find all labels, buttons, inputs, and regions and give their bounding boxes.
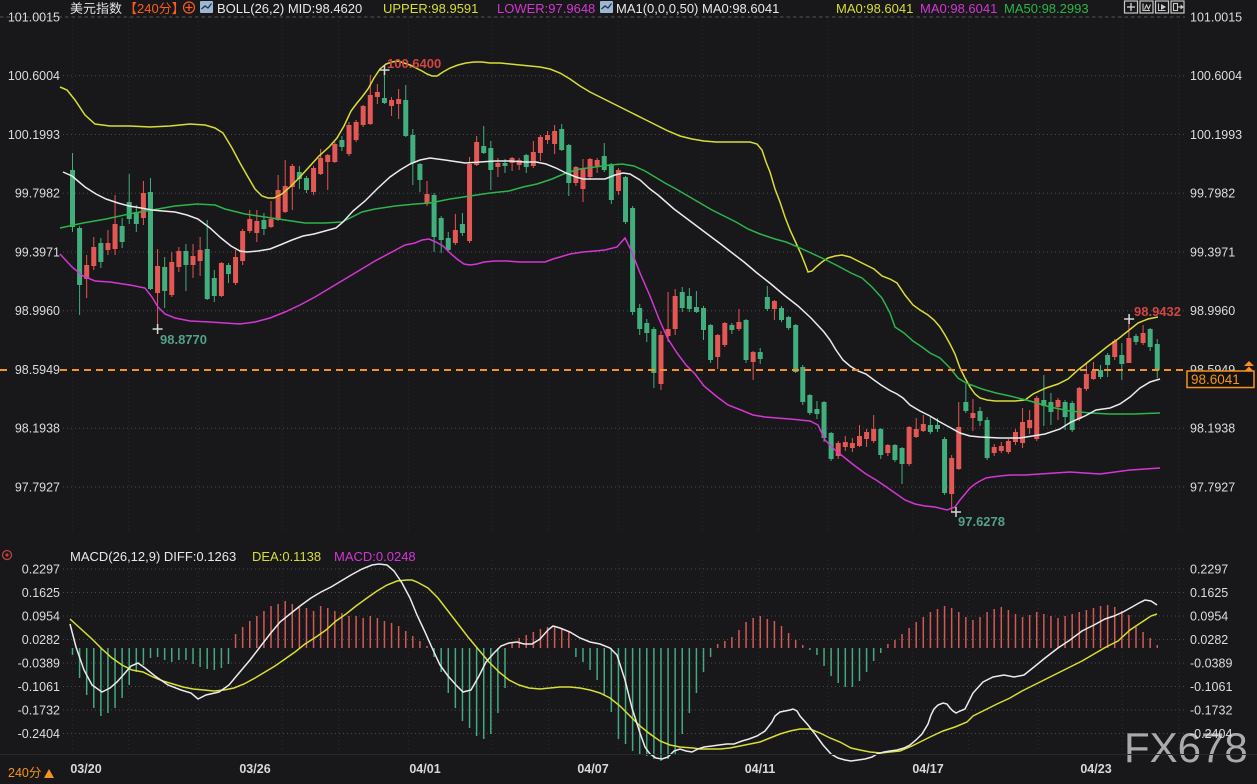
svg-text:04/07: 04/07: [577, 762, 608, 776]
svg-text:-0.0389: -0.0389: [1190, 657, 1232, 671]
svg-text:99.3971: 99.3971: [15, 246, 60, 260]
svg-text:04/01: 04/01: [409, 762, 440, 776]
svg-text:-0.2404: -0.2404: [1190, 727, 1232, 741]
svg-text:99.7982: 99.7982: [15, 187, 60, 201]
svg-text:98.9960: 98.9960: [1190, 304, 1235, 318]
svg-text:101.0015: 101.0015: [1190, 11, 1242, 25]
svg-text:MA50:98.2993: MA50:98.2993: [1004, 1, 1089, 16]
svg-text:0.1625: 0.1625: [22, 586, 60, 600]
svg-text:MA1(0,0,0,50) MA0:98.6041: MA1(0,0,0,50) MA0:98.6041: [616, 1, 779, 16]
svg-text:-0.2404: -0.2404: [18, 727, 60, 741]
svg-text:DEA:0.1138: DEA:0.1138: [252, 549, 321, 564]
svg-text:03/26: 03/26: [239, 762, 270, 776]
svg-text:0.1625: 0.1625: [1190, 586, 1228, 600]
svg-text:04/23: 04/23: [1080, 762, 1111, 776]
svg-text:99.7982: 99.7982: [1190, 187, 1235, 201]
svg-text:98.6041: 98.6041: [1191, 372, 1240, 387]
svg-text:UPPER:98.9591: UPPER:98.9591: [383, 1, 478, 16]
svg-text:04/11: 04/11: [745, 762, 776, 776]
svg-text:98.1938: 98.1938: [15, 422, 60, 436]
svg-text:0.0954: 0.0954: [1190, 610, 1228, 624]
svg-text:MACD(26,12,9) DIFF:0.1263: MACD(26,12,9) DIFF:0.1263: [70, 549, 236, 564]
svg-text:97.7927: 97.7927: [15, 481, 60, 495]
svg-text:MACD:0.0248: MACD:0.0248: [334, 549, 416, 564]
svg-text:0.2297: 0.2297: [1190, 563, 1228, 577]
svg-text:100.1993: 100.1993: [8, 128, 60, 142]
svg-text:-0.1732: -0.1732: [1190, 704, 1232, 718]
svg-text:100.6004: 100.6004: [1190, 69, 1242, 83]
svg-text:MA0:98.6041: MA0:98.6041: [836, 1, 913, 16]
svg-text:MA0:98.6041: MA0:98.6041: [920, 1, 997, 16]
svg-text:04/17: 04/17: [912, 762, 943, 776]
svg-text:0.0282: 0.0282: [22, 633, 60, 647]
svg-text:4: 4: [144, 1, 151, 16]
svg-text:0.0954: 0.0954: [22, 610, 60, 624]
svg-text:97.6278: 97.6278: [958, 514, 1005, 529]
svg-text:99.3971: 99.3971: [1190, 246, 1235, 260]
svg-text:2: 2: [8, 766, 15, 780]
svg-text:100.6004: 100.6004: [8, 69, 60, 83]
svg-text:0.0282: 0.0282: [1190, 633, 1228, 647]
svg-text:100.1993: 100.1993: [1190, 128, 1242, 142]
svg-text:98.9960: 98.9960: [15, 304, 60, 318]
svg-text:101.0015: 101.0015: [8, 11, 60, 25]
svg-text:98.8770: 98.8770: [160, 332, 207, 347]
svg-text:98.1938: 98.1938: [1190, 422, 1235, 436]
svg-text:-0.1732: -0.1732: [18, 704, 60, 718]
svg-text:03/20: 03/20: [70, 762, 101, 776]
svg-text:2: 2: [137, 1, 144, 16]
svg-text:0.2297: 0.2297: [22, 563, 60, 577]
svg-text:LOWER:97.9648: LOWER:97.9648: [497, 1, 595, 16]
svg-text:-0.1061: -0.1061: [18, 680, 60, 694]
svg-text:98.9432: 98.9432: [1134, 304, 1181, 319]
svg-text:0: 0: [22, 766, 29, 780]
svg-text:BOLL(26,2) MID:98.4620: BOLL(26,2) MID:98.4620: [217, 1, 362, 16]
svg-text:-0.0389: -0.0389: [18, 657, 60, 671]
svg-text:0: 0: [152, 1, 159, 16]
svg-text:100.6400: 100.6400: [387, 56, 441, 71]
svg-text:97.7927: 97.7927: [1190, 481, 1235, 495]
svg-text:-0.1061: -0.1061: [1190, 680, 1232, 694]
svg-text:98.5949: 98.5949: [15, 363, 60, 377]
